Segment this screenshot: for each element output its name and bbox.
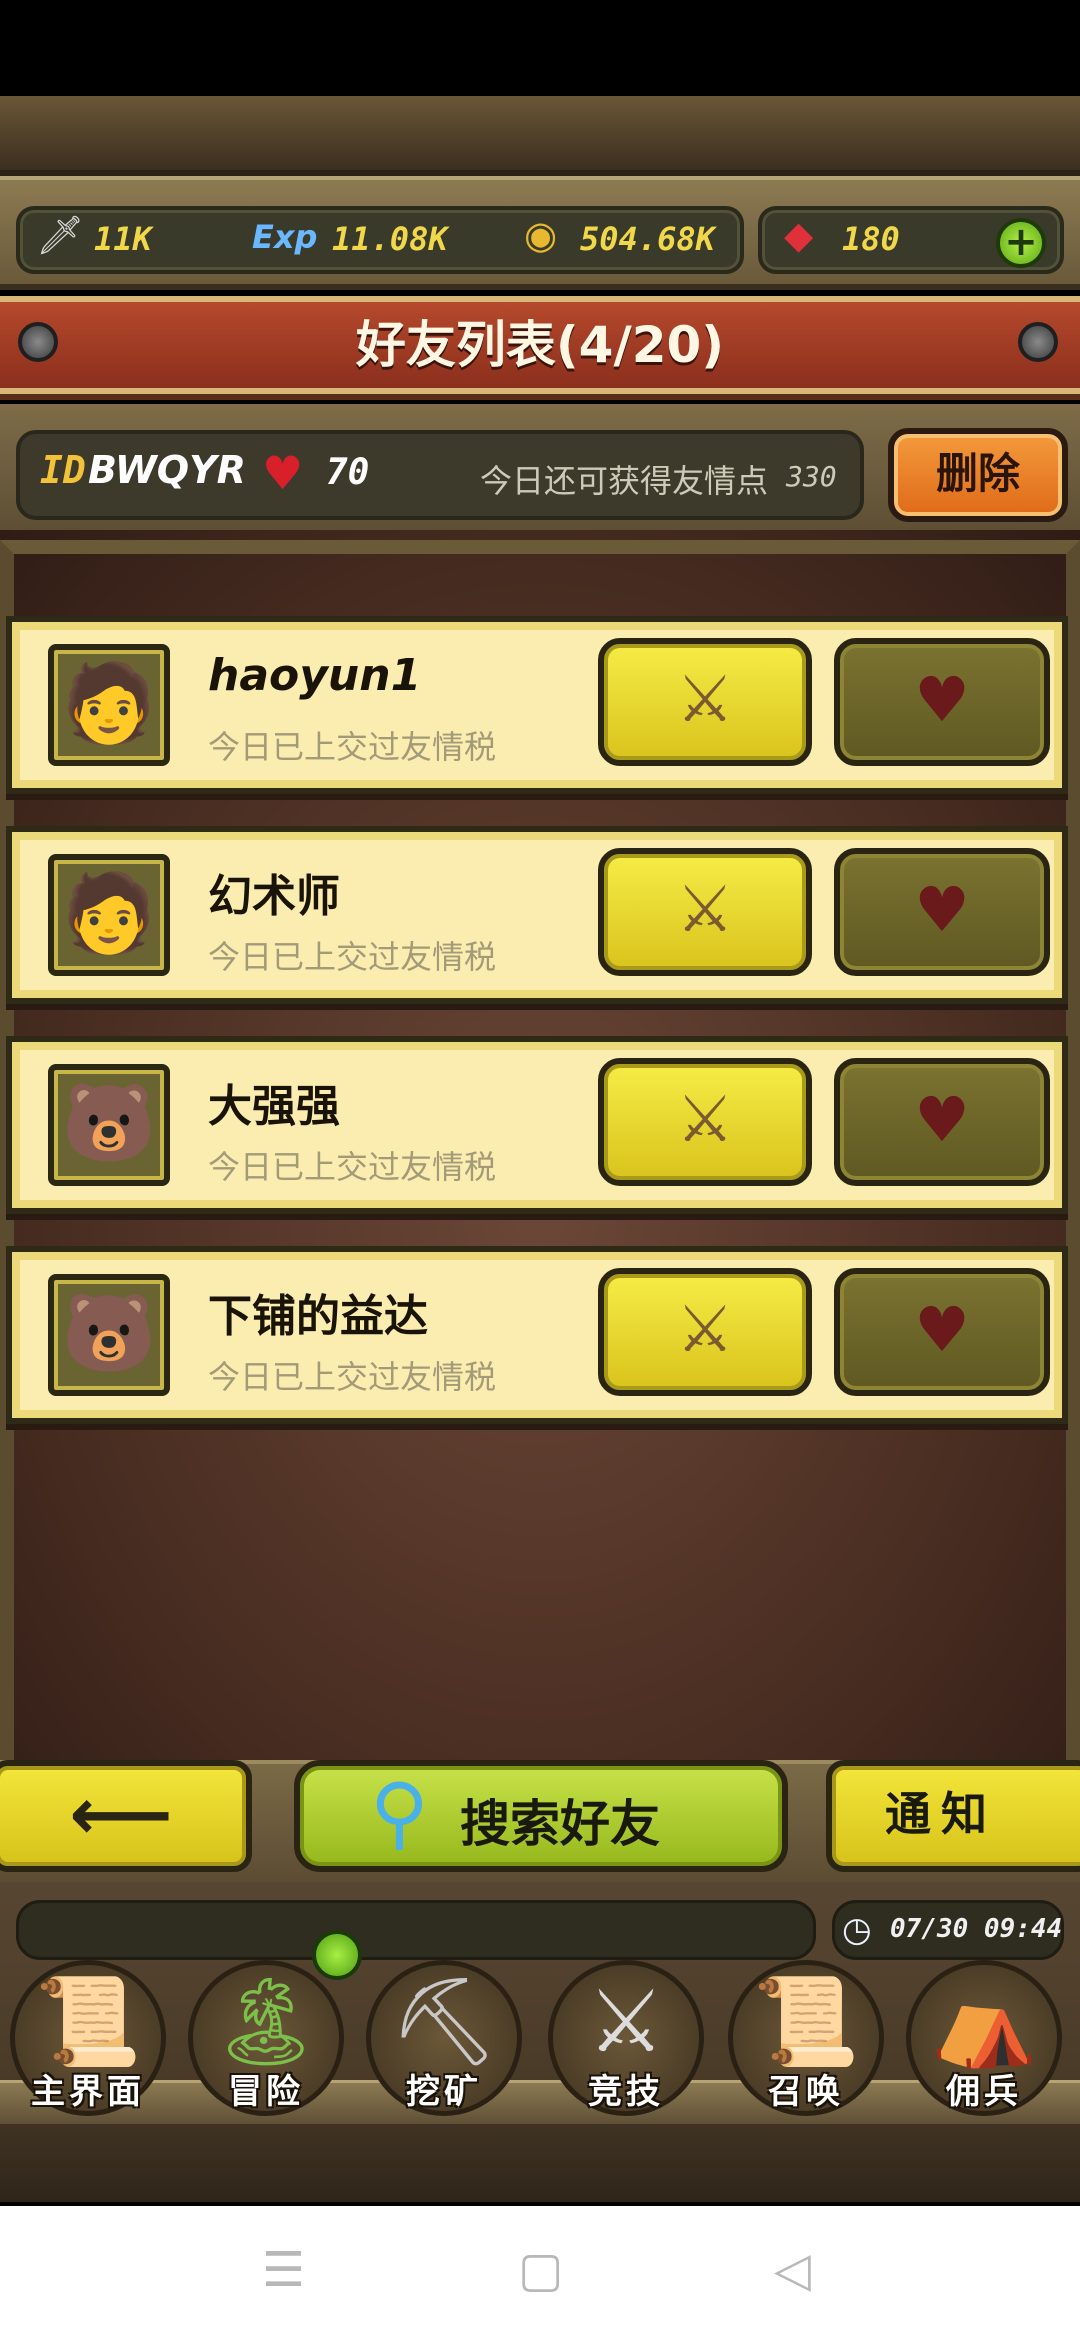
crossed-swords-icon: ⚔: [676, 1083, 734, 1157]
exp-value: 11.08K: [332, 220, 448, 258]
send-heart-button[interactable]: ♥: [834, 638, 1050, 766]
nav-mining[interactable]: ⛏ 挖矿: [360, 1960, 528, 2120]
nav-home[interactable]: 📜 主界面: [4, 1960, 172, 2120]
notify-button[interactable]: 通知: [826, 1760, 1080, 1872]
menu-icon[interactable]: ☰: [262, 2246, 305, 2294]
user-id: BWQYR: [88, 448, 246, 492]
nav-label: 召唤: [768, 2072, 844, 2112]
message-bar: [16, 1900, 816, 1960]
crossed-swords-icon: ⚔: [676, 1293, 734, 1367]
back-arrow-icon: ⟵: [69, 1772, 173, 1856]
send-heart-button[interactable]: ♥: [834, 848, 1050, 976]
friend-name: 大强强: [208, 1081, 340, 1132]
bear-avatar-icon[interactable]: 🐻: [48, 1064, 170, 1186]
friend-row: 🐻 下铺的益达 今日已上交过友情税 ⚔ ♥: [6, 1246, 1068, 1424]
fight-button[interactable]: ⚔: [598, 638, 812, 766]
back-triangle-icon[interactable]: ◁: [774, 2246, 811, 2294]
island-icon: 🏝: [211, 1972, 321, 2072]
friend-name: 幻术师: [208, 871, 340, 922]
nav-label: 竞技: [588, 2072, 664, 2112]
scroll-map-icon: 📜: [34, 1972, 142, 2072]
nav-label: 冒险: [228, 2072, 304, 2112]
bear-avatar-icon[interactable]: 🐻: [48, 1274, 170, 1396]
status-bar: [0, 0, 1080, 96]
nav-adventure[interactable]: 🏝 冒险: [182, 1960, 350, 2120]
search-friend-label: 搜索好友: [460, 1795, 660, 1853]
friend-status: 今日已上交过友情税: [208, 938, 497, 976]
back-button[interactable]: ⟵: [0, 1760, 252, 1872]
friend-name: 下铺的益达: [208, 1291, 428, 1342]
heart-icon: ♥: [914, 1293, 970, 1366]
friend-status: 今日已上交过友情税: [208, 728, 497, 766]
exp-icon: Exp: [252, 218, 318, 256]
gold-value: 504.68K: [580, 220, 715, 258]
nav-label: 主界面: [31, 2072, 145, 2112]
crossed-swords-icon: ⚔: [587, 1972, 665, 2072]
clock-icon: ◷: [842, 1910, 872, 1950]
friend-row: 🐻 大强强 今日已上交过友情税 ⚔ ♥: [6, 1036, 1068, 1214]
top-decor-band: [0, 96, 1080, 176]
summon-scroll-icon: 📜: [752, 1972, 860, 2072]
warrior-avatar-icon[interactable]: 🧑: [48, 644, 170, 766]
friend-status: 今日已上交过友情税: [208, 1358, 497, 1396]
user-id-prefix: ID: [40, 448, 86, 492]
nav-label: 佣兵: [946, 2072, 1022, 2112]
heart-icon: ♥: [914, 1083, 970, 1156]
friend-name: haoyun1: [208, 650, 422, 701]
clock-time: 07/30 09:44: [890, 1914, 1063, 1944]
friend-row: 🧑 幻术师 今日已上交过友情税 ⚔ ♥: [6, 826, 1068, 1004]
notification-badge: [312, 1930, 362, 1980]
crossed-swords-icon: ⚔: [676, 663, 734, 737]
crossed-swords-icon: ⚔: [676, 873, 734, 947]
heart-icon: ♥: [914, 873, 970, 946]
sword-icon: 🗡: [36, 213, 85, 257]
daily-friendship-label: 今日还可获得友情点: [480, 462, 769, 500]
add-gems-button[interactable]: +: [996, 218, 1046, 268]
nav-arena[interactable]: ⚔ 竞技: [542, 1960, 710, 2120]
gold-coin-icon: ◉: [524, 213, 558, 257]
fight-button[interactable]: ⚔: [598, 1058, 812, 1186]
heart-count: 70: [326, 452, 370, 493]
tent-icon: ⛺: [930, 1972, 1038, 2072]
send-heart-button[interactable]: ♥: [834, 1058, 1050, 1186]
friend-status: 今日已上交过友情税: [208, 1148, 497, 1186]
daily-friendship-value: 330: [786, 460, 837, 493]
delete-button[interactable]: 删除: [888, 428, 1068, 522]
pickaxe-icon: ⛏: [389, 1972, 499, 2072]
fight-button[interactable]: ⚔: [598, 848, 812, 976]
attack-value: 11K: [94, 220, 152, 258]
nav-mercenary[interactable]: ⛺ 佣兵: [900, 1960, 1068, 2120]
home-square-icon[interactable]: ▢: [518, 2246, 563, 2294]
send-heart-button[interactable]: ♥: [834, 1268, 1050, 1396]
warrior-avatar-icon[interactable]: 🧑: [48, 854, 170, 976]
friend-row: 🧑 haoyun1 今日已上交过友情税 ⚔ ♥: [6, 616, 1068, 794]
gem-value: 180: [842, 220, 900, 258]
heart-icon: ♥: [914, 663, 970, 736]
heart-icon: ♥: [262, 446, 304, 500]
magnifier-icon: ⚲: [370, 1766, 429, 1859]
fight-button[interactable]: ⚔: [598, 1268, 812, 1396]
ruby-gem-icon: ◆: [784, 213, 814, 257]
page-title: 好友列表(4/20): [355, 316, 725, 374]
nav-summon[interactable]: 📜 召唤: [722, 1960, 890, 2120]
nav-label: 挖矿: [406, 2072, 482, 2112]
